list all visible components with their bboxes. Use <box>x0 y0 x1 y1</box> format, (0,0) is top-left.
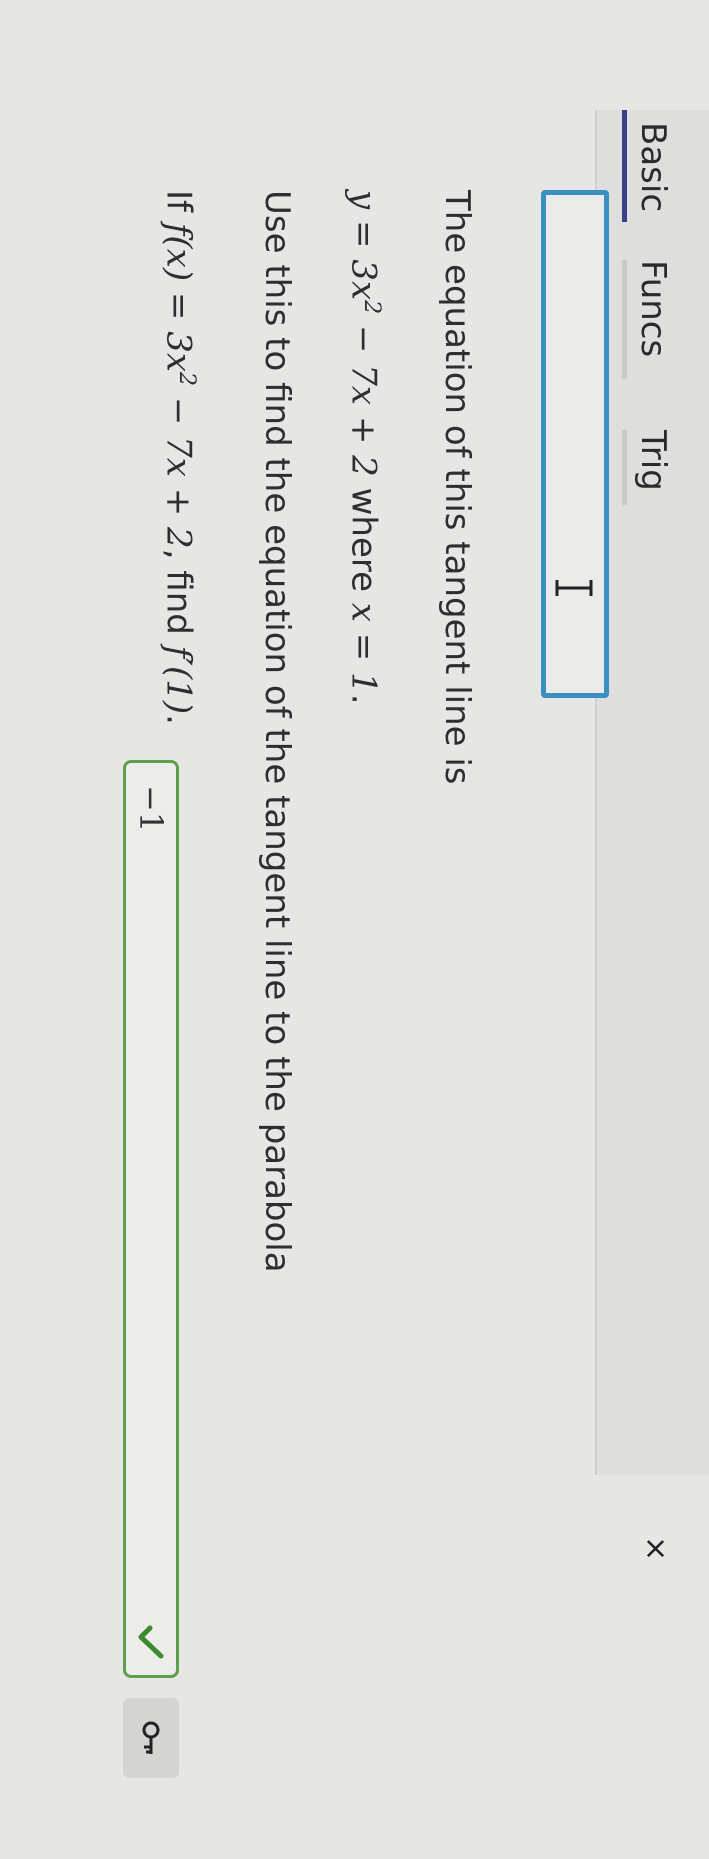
function-term-2: − 7x + 2 <box>158 386 199 549</box>
tab-funcs[interactable]: Funcs <box>622 260 673 380</box>
equation-rhs: − 7x + 2 <box>343 314 384 477</box>
question-mid: , find <box>158 548 199 646</box>
equation-end: . <box>343 693 384 705</box>
tab-basic[interactable]: Basic <box>622 110 673 223</box>
equation-where: where <box>343 476 384 603</box>
tangent-line-input[interactable] <box>541 190 609 698</box>
exponent: 2 <box>174 372 199 387</box>
ibeam-icon <box>550 575 594 601</box>
key-button[interactable] <box>123 1698 179 1778</box>
equation-lhs: y = 3x <box>343 190 384 301</box>
question-prefix: If <box>158 190 199 223</box>
question-end: . <box>158 714 199 725</box>
function-term-1: = 3x <box>158 281 199 373</box>
equation-exponent: 2 <box>359 300 384 315</box>
equation-condition: x = 1 <box>343 602 384 694</box>
answer-field[interactable]: −1 <box>123 760 179 1678</box>
close-icon[interactable]: × <box>638 1536 673 1561</box>
function-expression: f(x) <box>158 222 199 282</box>
instruction-text: Use this to find the equation of the tan… <box>257 190 297 1273</box>
question-text: If f(x) = 3x2 − 7x + 2, find f′(1). <box>159 190 199 725</box>
parabola-equation: y = 3x2 − 7x + 2 where x = 1. <box>344 190 384 705</box>
key-icon <box>131 1720 167 1758</box>
derivative-expression: f′(1) <box>158 645 199 715</box>
checkmark-icon <box>132 1625 166 1659</box>
tangent-prompt: The equation of this tangent line is <box>437 190 477 785</box>
answer-value: −1 <box>132 785 170 833</box>
tab-trig[interactable]: Trig <box>622 430 673 505</box>
rotated-screen: If f(x) = 3x2 − 7x + 2, find f′(1). −1 U… <box>0 0 709 1859</box>
math-keyboard-tabs: Basic Funcs Trig × <box>595 110 709 1561</box>
